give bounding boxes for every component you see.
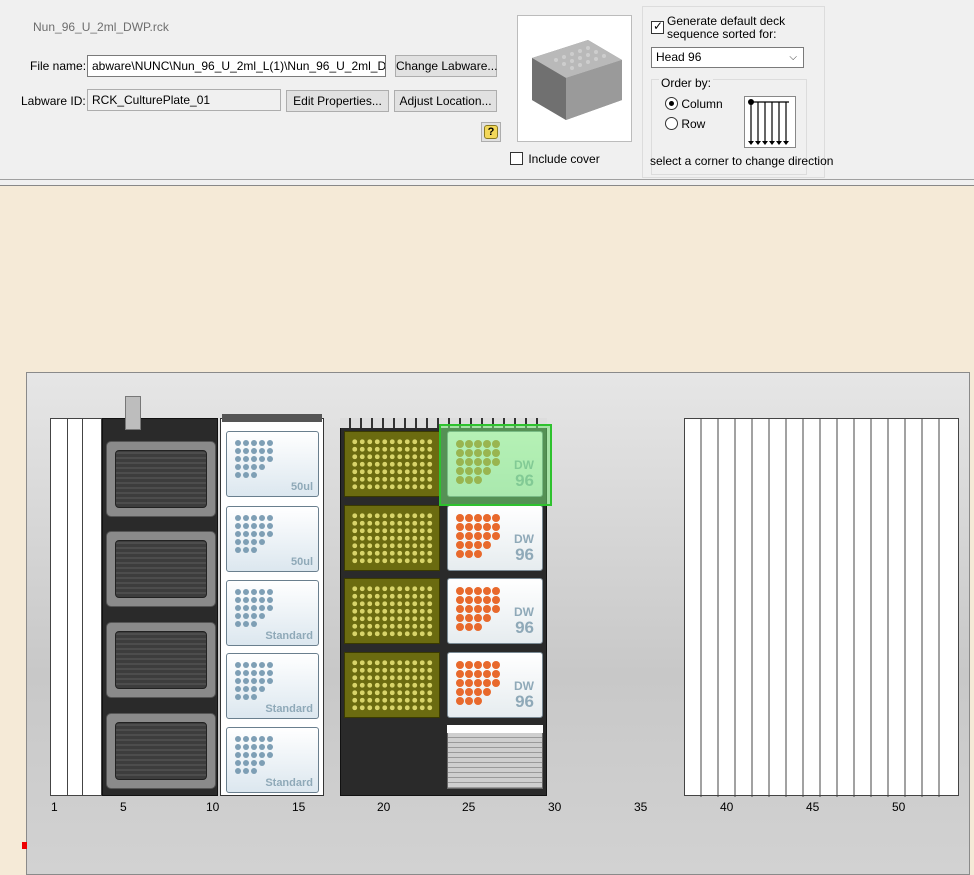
well-dots (456, 661, 500, 705)
deepwell-plate-3[interactable]: DW 96 (447, 578, 543, 644)
yellow-plate-4[interactable] (344, 652, 440, 718)
dish-2[interactable] (106, 531, 216, 607)
labware-id-label: Labware ID: (21, 94, 86, 108)
well-dots (456, 514, 500, 558)
adjust-location-button[interactable]: Adjust Location... (394, 90, 497, 112)
tip-box-2[interactable]: 50ul (226, 506, 319, 572)
deck-sequence-group: Generate default deck sequence sorted fo… (642, 6, 833, 178)
help-icon: ? (484, 125, 498, 139)
column-radio[interactable] (665, 97, 678, 111)
head-select[interactable]: Head 96 ⌵ (651, 47, 804, 68)
deck-ruler-number: 35 (634, 800, 648, 814)
dw-label: DW (514, 679, 534, 693)
deck-ruler-number: 50 (892, 800, 906, 814)
tip-dots (235, 589, 273, 627)
tip-box-4[interactable]: Standard (226, 653, 319, 719)
deck-rails-right (684, 418, 959, 797)
column-direction-icon (748, 99, 789, 145)
tip-box-label: 50ul (290, 556, 313, 568)
reagent-trough[interactable] (447, 725, 543, 789)
dish-1[interactable] (106, 441, 216, 517)
tip-box-label: 50ul (290, 481, 313, 493)
deck-ruler-number: 25 (462, 800, 476, 814)
generate-sequence-checkbox[interactable] (651, 19, 664, 34)
deck-ruler-number: 45 (806, 800, 820, 814)
yellow-plate-3[interactable] (344, 578, 440, 644)
dw-label: DW (514, 605, 534, 619)
tip-box-3[interactable]: Standard (226, 580, 319, 646)
order-by-label: Order by: (659, 76, 714, 90)
dw-size-label: 96 (515, 618, 534, 637)
deck-ruler-number: 15 (292, 800, 306, 814)
deck-rails-left (50, 418, 102, 796)
order-column-option[interactable]: Column (665, 96, 723, 111)
tip-box-1[interactable]: 50ul (226, 431, 319, 497)
dw-label: DW (514, 532, 534, 546)
file-title: Nun_96_U_2ml_DWP.rck (33, 20, 169, 34)
include-cover-option[interactable]: Include cover (510, 152, 600, 168)
tip-dots (235, 662, 273, 700)
head-select-value: Head 96 (656, 50, 702, 64)
labware-preview-image (517, 15, 632, 142)
generate-sequence-label-line2: sequence sorted for: (667, 27, 777, 41)
change-labware-button[interactable]: Change Labware... (395, 55, 497, 77)
selected-labware-highlight[interactable] (439, 424, 552, 506)
file-name-label: File name: (30, 59, 87, 73)
tip-box-label: Standard (265, 777, 313, 789)
tip-dots (235, 515, 273, 553)
file-name-field[interactable]: abware\NUNC\Nun_96_U_2ml_L(1)\Nun_96_U_2… (87, 55, 386, 77)
tip-box-label: Standard (265, 703, 313, 715)
dish-4[interactable] (106, 713, 216, 789)
deck-ruler-number: 5 (120, 800, 127, 814)
order-row-option[interactable]: Row (665, 116, 705, 131)
origin-marker (22, 842, 27, 849)
dw-size-label: 96 (515, 545, 534, 564)
include-cover-checkbox[interactable] (510, 152, 523, 165)
deck-ruler-number: 30 (548, 800, 562, 814)
tip-box-label: Standard (265, 630, 313, 642)
yellow-plate-1[interactable] (344, 431, 440, 497)
tip-dots (235, 736, 273, 774)
trough-lid (447, 725, 543, 733)
labware-properties-panel: Nun_96_U_2ml_DWP.rck File name: abware\N… (0, 0, 974, 180)
edit-properties-button[interactable]: Edit Properties... (286, 90, 389, 112)
deck-ruler-number: 20 (377, 800, 391, 814)
labware-id-field[interactable]: RCK_CulturePlate_01 (87, 89, 281, 111)
order-direction-diagram[interactable] (744, 96, 796, 148)
deepwell-plate-4[interactable]: DW 96 (447, 652, 543, 718)
include-cover-label: Include cover (528, 152, 600, 166)
row-label: Row (681, 116, 706, 131)
dish-3[interactable] (106, 622, 216, 698)
corner-hint-text: select a corner to change direction (650, 154, 834, 168)
tip-box-5[interactable]: Standard (226, 727, 319, 793)
well-dots (456, 587, 500, 631)
deck-ruler-number: 1 (51, 800, 58, 814)
row-radio[interactable] (665, 117, 678, 131)
chevron-down-icon: ⌵ (789, 52, 797, 63)
deck-ruler-number: 10 (206, 800, 220, 814)
tip-dots (235, 440, 273, 478)
yellow-plate-2[interactable] (344, 505, 440, 571)
deepwell-plate-2[interactable]: DW 96 (447, 505, 543, 571)
column-label: Column (681, 96, 723, 111)
tip-carrier-top (222, 414, 322, 422)
help-button[interactable]: ? (481, 122, 501, 142)
deck-ruler-number: 40 (720, 800, 734, 814)
carrier-handle (125, 396, 141, 430)
dw-size-label: 96 (515, 692, 534, 711)
